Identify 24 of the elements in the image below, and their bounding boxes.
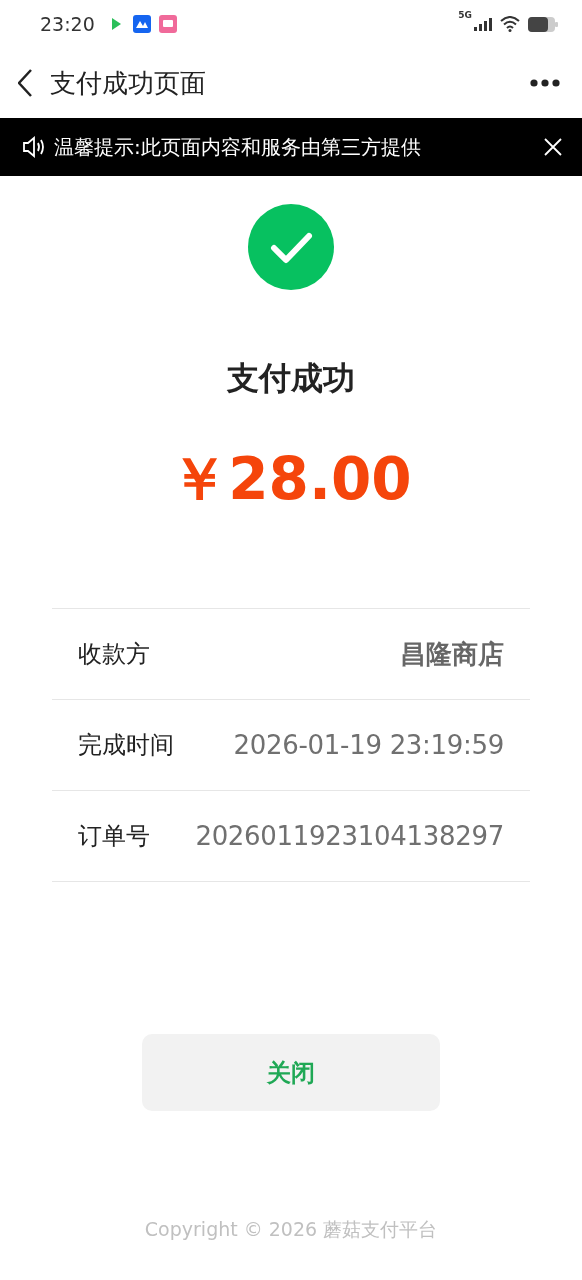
result-title: 支付成功 bbox=[227, 358, 355, 398]
detail-value: 2026-01-19 23:19:59 bbox=[233, 730, 504, 760]
wifi-icon bbox=[500, 16, 520, 32]
network-label: 5G bbox=[458, 10, 472, 20]
status-time: 23:20 bbox=[40, 13, 95, 35]
page-title: 支付成功页面 bbox=[50, 66, 206, 100]
success-check-icon bbox=[248, 204, 334, 290]
copyright-text: Copyright © 2026 蘑菇支付平台 bbox=[144, 1217, 438, 1242]
close-button[interactable]: 关闭 bbox=[142, 1034, 440, 1111]
detail-value: 昌隆商店 bbox=[400, 637, 504, 671]
detail-label: 收款方 bbox=[78, 639, 150, 670]
detail-label: 订单号 bbox=[78, 821, 150, 852]
app-icon bbox=[132, 15, 151, 33]
signal-icon bbox=[474, 17, 492, 31]
battery-icon bbox=[528, 16, 558, 32]
detail-value: 2026011923104138297 bbox=[195, 821, 504, 851]
app-icon bbox=[158, 15, 177, 33]
back-icon[interactable] bbox=[18, 69, 32, 97]
more-icon[interactable] bbox=[530, 79, 560, 87]
amount: ￥28.00 bbox=[170, 444, 412, 514]
detail-label: 完成时间 bbox=[78, 730, 174, 761]
close-icon[interactable] bbox=[544, 138, 562, 156]
speaker-icon bbox=[22, 136, 46, 158]
notice-text: 温馨提示:此页面内容和服务由第三方提供 bbox=[54, 133, 422, 161]
